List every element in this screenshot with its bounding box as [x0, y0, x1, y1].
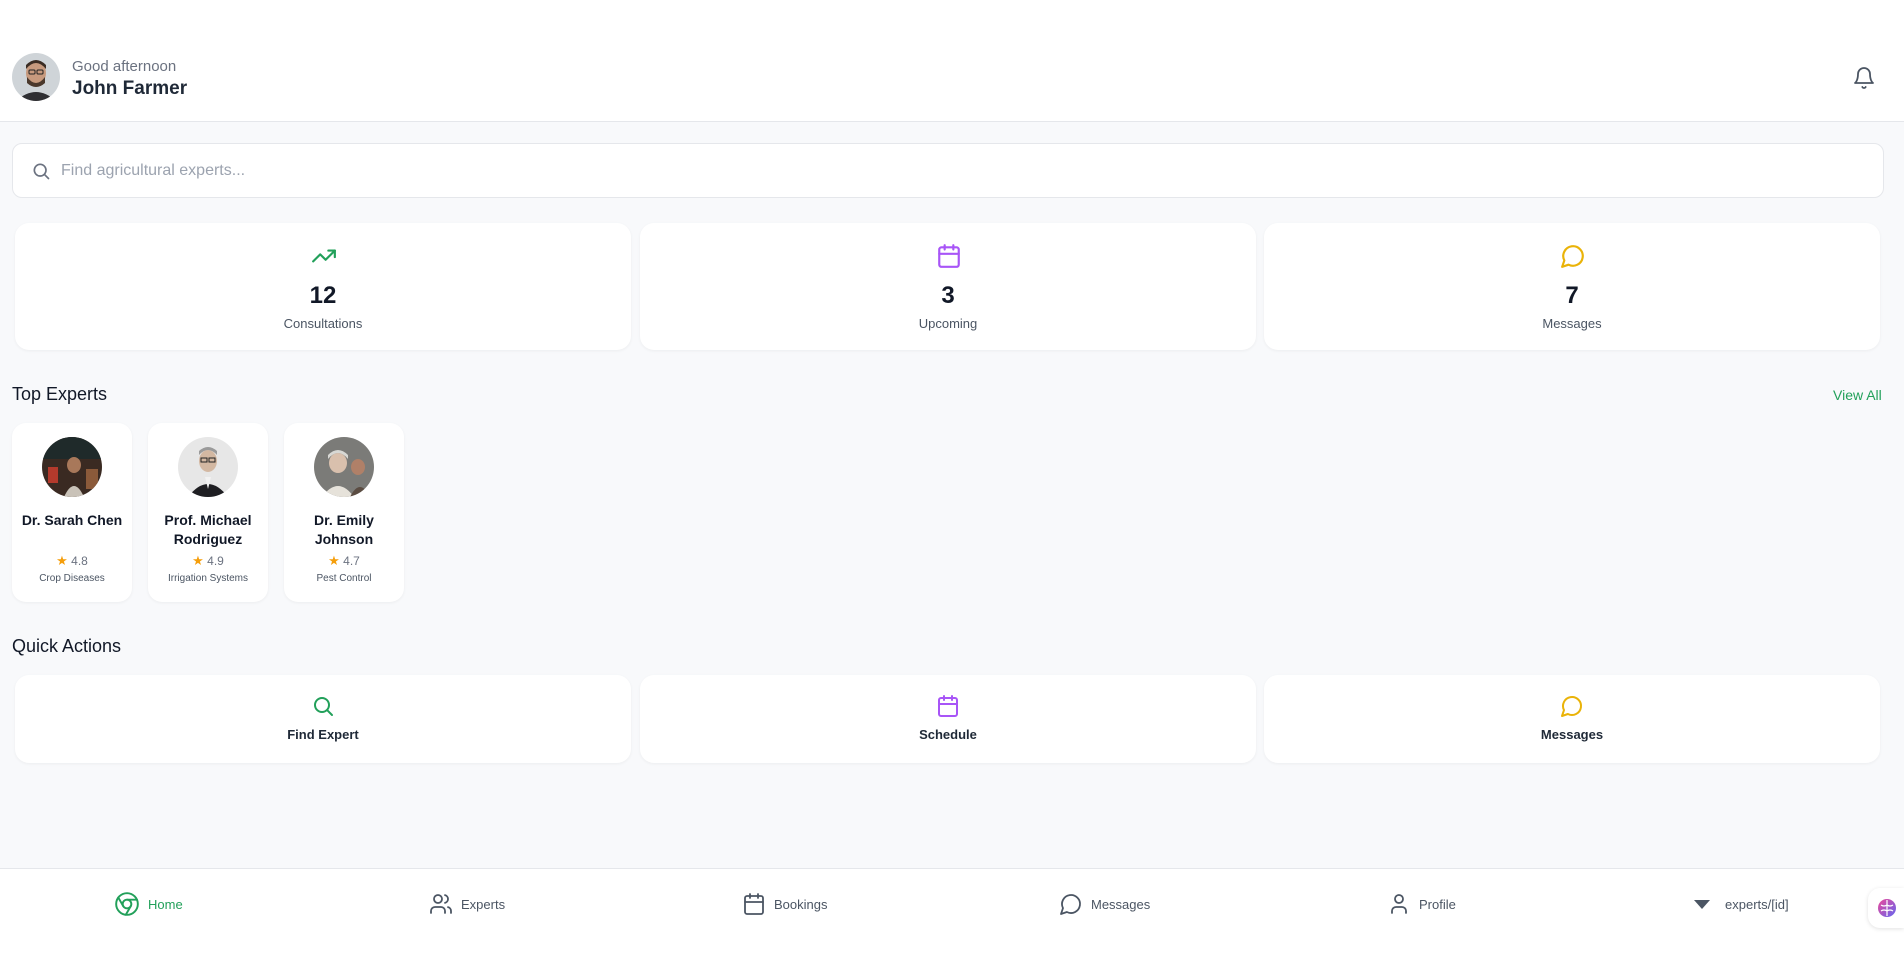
stat-value: 12: [309, 282, 337, 309]
expert-name: Dr. Emily Johnson: [314, 512, 374, 547]
schedule-button[interactable]: Schedule: [640, 675, 1256, 763]
user-name: John Farmer: [72, 78, 188, 99]
stat-label: Consultations: [283, 316, 363, 331]
trending-up-icon: [312, 249, 336, 263]
expert-photo: [42, 437, 102, 497]
action-label: Schedule: [919, 727, 977, 742]
stat-card-messages: 7 Messages: [1264, 223, 1880, 350]
devtools-button[interactable]: [1868, 888, 1904, 928]
message-circle-icon: [1561, 696, 1582, 717]
nav-label: Experts: [461, 896, 506, 912]
nav-item-experts[interactable]: Experts: [429, 889, 505, 919]
expert-photo: [178, 437, 238, 497]
user-avatar[interactable]: [12, 53, 60, 101]
expert-specialty: Irrigation Systems: [167, 573, 249, 584]
user-icon: [1391, 894, 1407, 914]
rating-value: 4.7: [343, 554, 360, 568]
nav-item-profile[interactable]: Profile: [1387, 889, 1456, 919]
stat-value: 3: [941, 282, 955, 309]
nav-label: Messages: [1091, 896, 1151, 912]
star-icon: ★: [328, 553, 340, 568]
view-all-link[interactable]: View All: [1833, 387, 1882, 403]
star-icon: ★: [56, 553, 68, 568]
stat-card-upcoming: 3 Upcoming: [640, 223, 1256, 350]
action-label: Find Expert: [287, 727, 359, 742]
expert-specialty: Pest Control: [316, 573, 372, 584]
expert-specialty: Crop Diseases: [39, 573, 105, 584]
nav-item-home[interactable]: Home: [114, 889, 183, 919]
rating-value: 4.9: [207, 554, 224, 568]
nav-label: Bookings: [774, 896, 828, 912]
greeting-text: Good afternoon: [72, 58, 177, 75]
nav-item-route[interactable]: experts/[id]: [1693, 889, 1789, 919]
messages-button[interactable]: Messages: [1264, 675, 1880, 763]
expert-card[interactable]: Dr. Emily Johnson ★ 4.7 Pest Control: [284, 423, 404, 602]
stat-label: Upcoming: [918, 316, 978, 331]
calendar-icon: [938, 244, 960, 268]
expert-name: Dr. Sarah Chen: [21, 512, 123, 528]
chrome-icon: [115, 892, 139, 916]
search-icon: [33, 163, 50, 180]
stat-value: 7: [1565, 282, 1579, 309]
expert-rating: ★ 4.9: [148, 553, 268, 569]
app-header: Good afternoon John Farmer: [0, 0, 1904, 122]
star-icon: ★: [192, 553, 204, 568]
search-icon: [314, 697, 333, 716]
expert-rating: ★ 4.8: [12, 553, 132, 569]
expert-card[interactable]: Dr. Sarah Chen ★ 4.8 Crop Diseases: [12, 423, 132, 602]
bell-icon[interactable]: [1852, 66, 1876, 90]
expert-name: Prof. Michael Rodriguez: [164, 512, 252, 547]
find-expert-button[interactable]: Find Expert: [15, 675, 631, 763]
users-icon: [430, 894, 452, 914]
top-experts-title: Top Experts: [12, 384, 108, 404]
chevron-down-icon: [1694, 900, 1710, 909]
brain-icon: [1878, 899, 1896, 917]
expert-photo: [314, 437, 374, 497]
search-input[interactable]: [61, 154, 1861, 188]
nav-label: Profile: [1419, 896, 1456, 912]
search-bar: [12, 143, 1884, 198]
calendar-icon: [938, 695, 958, 717]
quick-actions-title: Quick Actions: [12, 636, 122, 656]
nav-label: Home: [148, 896, 183, 912]
nav-item-messages[interactable]: Messages: [1059, 889, 1150, 919]
stat-card-consultations: 12 Consultations: [15, 223, 631, 350]
expert-card[interactable]: Prof. Michael Rodriguez ★ 4.9 Irrigation…: [148, 423, 268, 602]
message-circle-icon: [1060, 894, 1081, 915]
message-circle-icon: [1561, 245, 1584, 268]
rating-value: 4.8: [71, 554, 88, 568]
calendar-icon: [744, 893, 764, 915]
nav-label: experts/[id]: [1725, 896, 1789, 912]
bottom-nav: Home Experts Bookings Messages Profile e…: [0, 868, 1904, 956]
action-label: Messages: [1540, 727, 1604, 742]
nav-item-bookings[interactable]: Bookings: [742, 889, 827, 919]
expert-rating: ★ 4.7: [284, 553, 404, 569]
stat-label: Messages: [1542, 316, 1602, 331]
